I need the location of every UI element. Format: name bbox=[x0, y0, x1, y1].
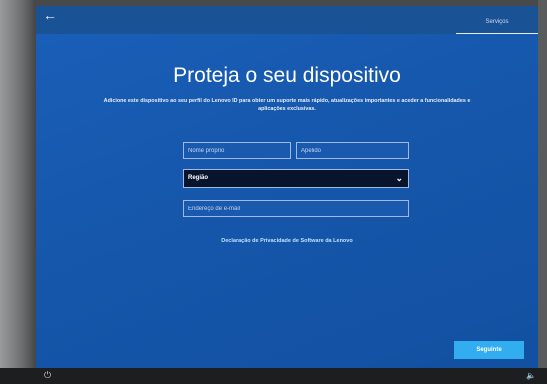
email-field[interactable] bbox=[183, 200, 409, 217]
volume-icon[interactable]: 🔈 bbox=[526, 372, 536, 380]
tab-services[interactable]: Serviços bbox=[456, 16, 538, 34]
chevron-down-icon: ⌄ bbox=[395, 173, 403, 183]
setup-screen: ← Serviços Proteja o seu dispositivo Adi… bbox=[36, 6, 538, 368]
next-button[interactable]: Seguinte bbox=[454, 341, 524, 359]
last-name-field[interactable] bbox=[296, 142, 409, 159]
region-select[interactable]: Região ⌄ bbox=[183, 169, 409, 188]
monitor-bezel-right bbox=[538, 0, 547, 384]
top-bar: ← Serviços bbox=[36, 6, 538, 34]
first-name-field[interactable] bbox=[183, 142, 291, 159]
region-select-label: Região bbox=[188, 175, 209, 181]
page-title: Proteja o seu dispositivo bbox=[173, 64, 401, 87]
back-arrow-icon[interactable]: ← bbox=[43, 8, 57, 22]
monitor-bezel-left bbox=[0, 0, 36, 384]
power-icon[interactable]: ⏻ bbox=[44, 371, 51, 380]
privacy-statement-link[interactable]: Declaração de Privacidade de Software da… bbox=[36, 238, 538, 244]
taskbar bbox=[0, 368, 547, 384]
page-subtitle: Adicione este dispositivo ao seu perfil … bbox=[103, 98, 471, 112]
